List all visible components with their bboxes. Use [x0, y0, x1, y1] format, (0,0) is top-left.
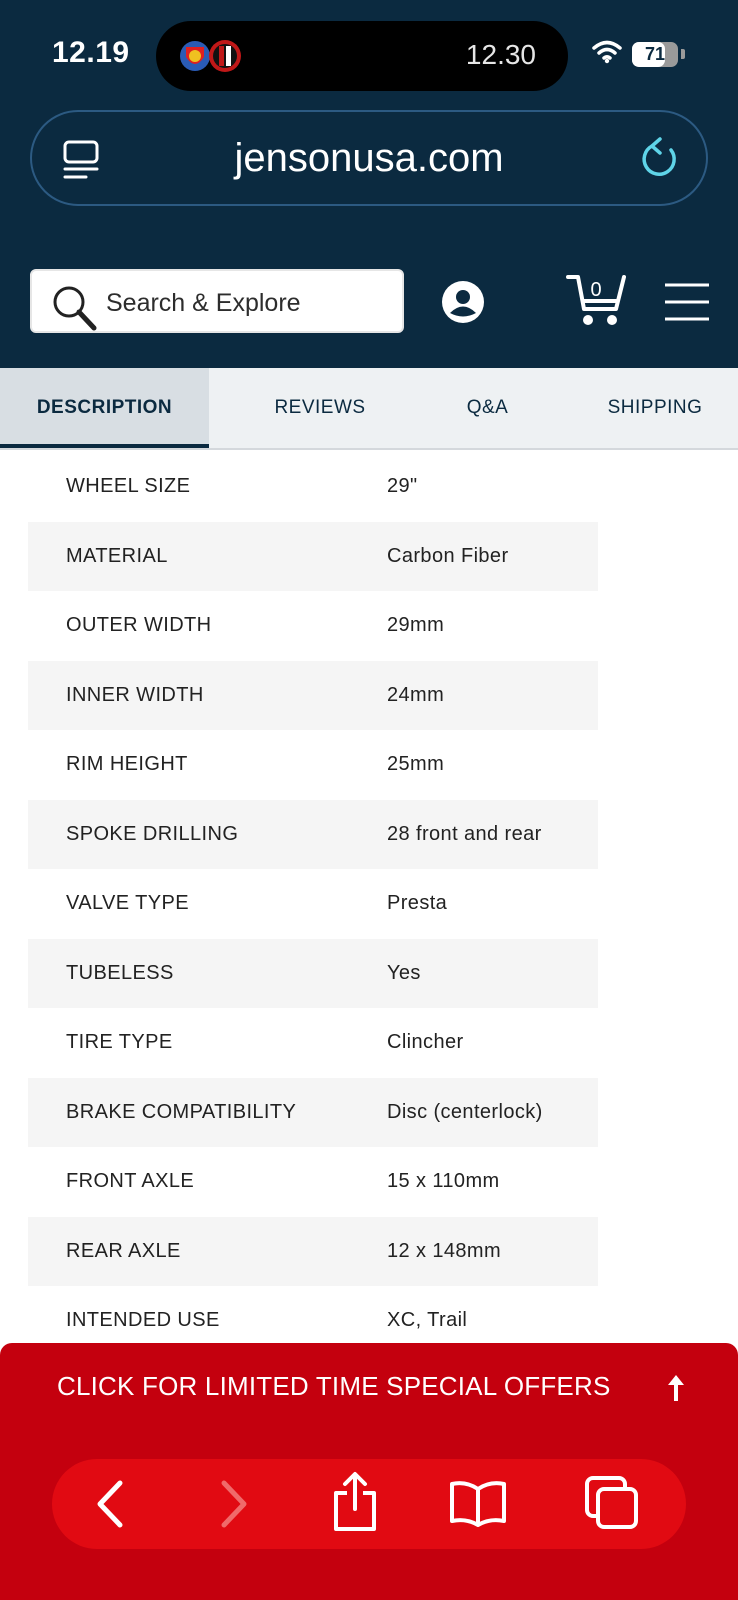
arrow-up-icon[interactable] — [666, 1373, 686, 1403]
spec-label: REAR AXLE — [66, 1239, 181, 1262]
battery-tip — [681, 49, 685, 59]
tab-shipping[interactable]: SHIPPING — [590, 368, 720, 448]
spec-value: 15 x 110mm — [387, 1170, 500, 1192]
spec-row: SPOKE DRILLING 28 front and rear — [28, 799, 598, 869]
specifications-table: WHEEL SIZE 29" MATERIAL Carbon Fiber OUTER W… — [28, 452, 598, 1356]
spec-row: MATERIAL Carbon Fiber — [28, 521, 598, 591]
search-icon — [53, 286, 97, 331]
spec-row: OUTER WIDTH 29mm — [28, 591, 598, 661]
spec-row: BRAKE COMPATIBILITY Disc (centerlock) — [28, 1077, 598, 1147]
spec-label: VALVE TYPE — [66, 892, 189, 914]
reload-icon[interactable] — [638, 136, 680, 180]
share-icon[interactable] — [332, 1471, 378, 1533]
spec-value: 29mm — [387, 614, 445, 636]
bookmarks-icon[interactable] — [448, 1479, 508, 1529]
spec-value: Presta — [387, 892, 448, 914]
wifi-icon — [592, 40, 622, 64]
tab-description[interactable]: DESCRIPTION — [0, 368, 209, 448]
tab-qa[interactable]: Q&A — [420, 368, 555, 448]
island-time: 12.30 — [465, 39, 536, 70]
search-input[interactable]: Search & Explore — [30, 269, 404, 333]
spec-row: REAR AXLE 12 x 148mm — [28, 1216, 598, 1286]
football-club-logos-icon — [180, 40, 241, 72]
product-tabs: DESCRIPTION REVIEWS Q&A SHIPPING — [0, 368, 738, 450]
url-text[interactable]: jensonusa.com — [32, 136, 706, 181]
spec-value: 24mm — [387, 683, 445, 706]
address-bar[interactable]: jensonusa.com — [30, 110, 708, 206]
account-icon[interactable] — [441, 280, 485, 324]
spec-label: TUBELESS — [66, 961, 174, 984]
spec-value: Clincher — [387, 1031, 464, 1053]
spec-label: WHEEL SIZE — [66, 475, 191, 497]
spec-row: VALVE TYPE Presta — [28, 869, 598, 939]
spec-value: Carbon Fiber — [387, 544, 509, 567]
special-offers-banner[interactable]: CLICK FOR LIMITED TIME SPECIAL OFFERS — [0, 1343, 738, 1600]
search-placeholder: Search & Explore — [106, 289, 301, 317]
spec-label: OUTER WIDTH — [66, 614, 212, 636]
spec-label: FRONT AXLE — [66, 1170, 195, 1192]
spec-row: FRONT AXLE 15 x 110mm — [28, 1147, 598, 1217]
dynamic-island[interactable]: 12.30 — [156, 21, 568, 91]
spec-label: BRAKE COMPATIBILITY — [66, 1100, 297, 1123]
spec-row: INNER WIDTH 24mm — [28, 660, 598, 730]
forward-icon[interactable] — [216, 1479, 252, 1529]
spec-value: Disc (centerlock) — [387, 1100, 543, 1123]
spec-label: SPOKE DRILLING — [66, 822, 239, 845]
cart-count: 0 — [590, 279, 602, 301]
battery-icon: 71 — [632, 42, 678, 67]
spec-value: 28 front and rear — [387, 822, 542, 845]
tab-reviews[interactable]: REVIEWS — [230, 368, 410, 448]
spec-label: RIM HEIGHT — [66, 753, 188, 775]
spec-label: MATERIAL — [66, 544, 168, 567]
spec-value: 12 x 148mm — [387, 1239, 502, 1262]
spec-row: RIM HEIGHT 25mm — [28, 730, 598, 800]
back-icon[interactable] — [92, 1479, 128, 1529]
spec-row: WHEEL SIZE 29" — [28, 452, 598, 522]
special-offers-text[interactable]: CLICK FOR LIMITED TIME SPECIAL OFFERS — [57, 1371, 611, 1402]
browser-toolbar — [52, 1459, 686, 1549]
tabs-icon[interactable] — [584, 1475, 640, 1531]
spec-label: TIRE TYPE — [66, 1031, 173, 1053]
site-header: 12.19 12.30 71 jensonusa.com Search & Ex… — [0, 0, 738, 368]
hamburger-menu-icon[interactable] — [664, 283, 710, 321]
spec-value: 29" — [387, 475, 418, 497]
cart-button[interactable]: 0 — [566, 273, 626, 328]
spec-row: TIRE TYPE Clincher — [28, 1008, 598, 1078]
battery-percentage: 71 — [644, 44, 666, 64]
spec-label: INNER WIDTH — [66, 683, 204, 706]
spec-row: TUBELESS Yes — [28, 938, 598, 1008]
status-time: 12.19 — [52, 36, 130, 69]
spec-value: 25mm — [387, 753, 445, 775]
spec-value: Yes — [387, 961, 421, 984]
